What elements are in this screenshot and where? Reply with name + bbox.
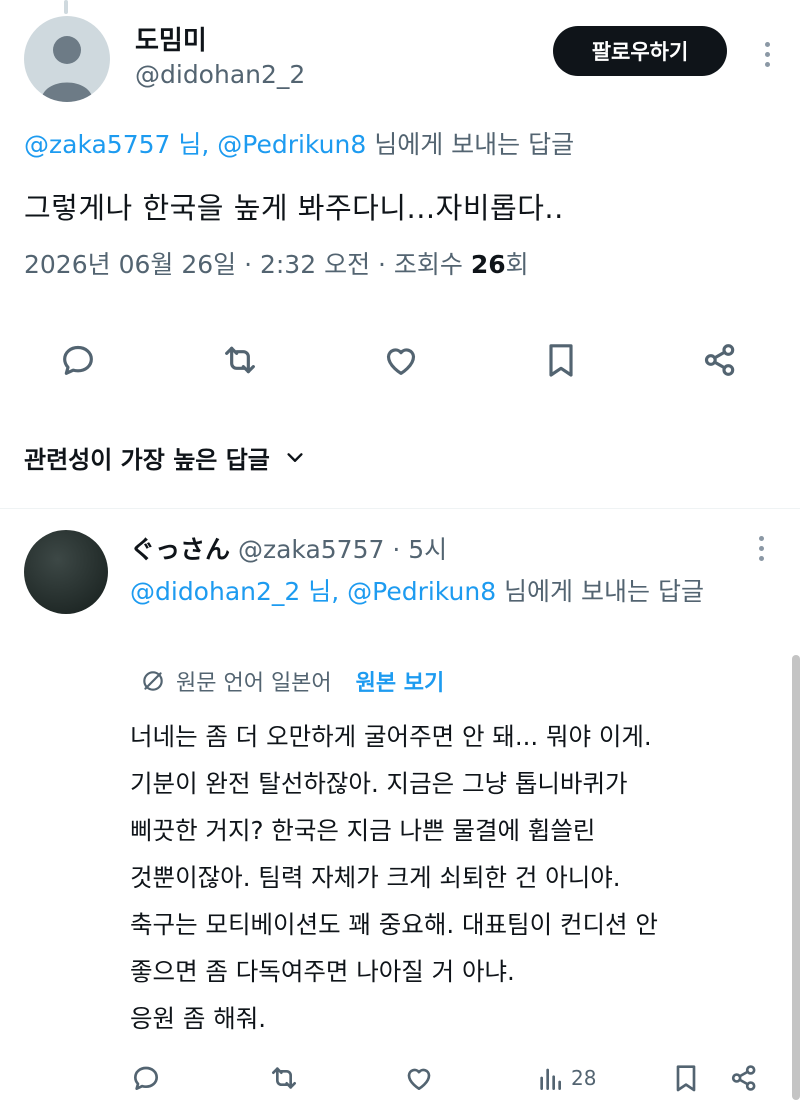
thread-line: [64, 0, 68, 14]
like-icon[interactable]: [378, 337, 424, 383]
translate-icon: [143, 671, 163, 691]
reply-text-line: 기분이 완전 탈선하잖아. 지금은 그냥 톱니바퀴가: [130, 769, 628, 798]
reply-icon[interactable]: [55, 337, 101, 383]
view-count-suffix: 회: [505, 250, 529, 279]
show-original-link[interactable]: 원본 보기: [356, 665, 445, 697]
reply-text-line: 삐끗한 거지? 한국은 지금 나쁜 물결에 휩쓸린: [130, 816, 596, 845]
chevron-down-icon: [287, 452, 303, 462]
sort-label: 관련성이 가장 높은 답글: [24, 446, 270, 474]
reply-author-name[interactable]: ぐっさん: [130, 535, 230, 564]
reply-author-avatar[interactable]: [24, 530, 108, 614]
reply-to-mentions-2[interactable]: @didohan2_2 님, @Pedrikun8: [130, 577, 496, 606]
reply-header: ぐっさん @zaka5757 · 5시: [130, 530, 447, 566]
reply-views[interactable]: 28: [535, 1058, 596, 1098]
scrollbar[interactable]: [792, 655, 800, 1100]
divider: [0, 508, 800, 509]
reply-actions: 28: [0, 1058, 800, 1098]
reply-bookmark-icon[interactable]: [670, 1058, 702, 1098]
reply-sort-selector[interactable]: 관련성이 가장 높은 답글: [24, 440, 306, 475]
reply-text-line: 것뿐이잖아. 팀력 자체가 크게 쇠퇴한 건 아니야.: [130, 863, 621, 892]
tweet-meta: 2026년 06월 26일 · 2:32 오전 · 조회수 26회: [24, 245, 529, 281]
reply-retweet-icon[interactable]: [268, 1058, 300, 1098]
reply-share-icon[interactable]: [728, 1058, 760, 1098]
bookmark-icon[interactable]: [538, 337, 584, 383]
retweet-icon[interactable]: [217, 337, 263, 383]
more-options-icon[interactable]: [765, 42, 770, 67]
reply-to-mentions[interactable]: @zaka5757 님, @Pedrikun8: [24, 130, 366, 159]
reply-text-line: 축구는 모티베이션도 꽤 중요해. 대표팀이 컨디션 안: [130, 910, 658, 939]
reply-views-count: 28: [571, 1066, 597, 1090]
views-icon: [540, 1068, 561, 1090]
reply-to-suffix-2: 님에게 보내는 답글: [496, 577, 704, 606]
follow-button[interactable]: 팔로우하기: [553, 26, 727, 76]
reply-to-line-2: @didohan2_2 님, @Pedrikun8 님에게 보내는 답글: [130, 572, 750, 612]
view-count: 26: [470, 250, 506, 279]
author-handle[interactable]: @didohan2_2: [135, 60, 305, 89]
reply-like-icon[interactable]: [403, 1058, 435, 1098]
reply-to-line: @zaka5757 님, @Pedrikun8 님에게 보내는 답글: [24, 125, 574, 161]
reply-more-options-icon[interactable]: [759, 536, 764, 561]
tweet-actions: [0, 337, 800, 383]
reply-text-line: 너네는 좀 더 오만하게 굴어주면 안 돼... 뭐야 이게.: [130, 722, 652, 751]
translation-notice: 원문 언어 일본어 원본 보기: [140, 665, 444, 697]
reply-text: 너네는 좀 더 오만하게 굴어주면 안 돼... 뭐야 이게. 기분이 완전 탈…: [130, 713, 770, 1042]
reply-text-line: 응원 좀 해줘.: [130, 1004, 267, 1033]
translation-text: 원문 언어 일본어: [176, 671, 332, 696]
reply-reply-icon[interactable]: [130, 1058, 162, 1098]
author-name[interactable]: 도밈미: [135, 20, 207, 57]
tweet-timestamp[interactable]: 2026년 06월 26일 · 2:32 오전 · 조회수: [24, 250, 463, 279]
reply-text-line: 좋으면 좀 다독여주면 나아질 거 아냐.: [130, 957, 515, 986]
default-avatar-icon: [41, 36, 93, 102]
author-avatar[interactable]: [24, 16, 110, 102]
tweet-text: 그렇게나 한국을 높게 봐주다니...자비롭다..: [24, 191, 564, 225]
reply-to-suffix: 님에게 보내는 답글: [374, 130, 575, 159]
share-icon[interactable]: [697, 337, 743, 383]
reply-author-handle-time[interactable]: @zaka5757 · 5시: [238, 535, 447, 564]
